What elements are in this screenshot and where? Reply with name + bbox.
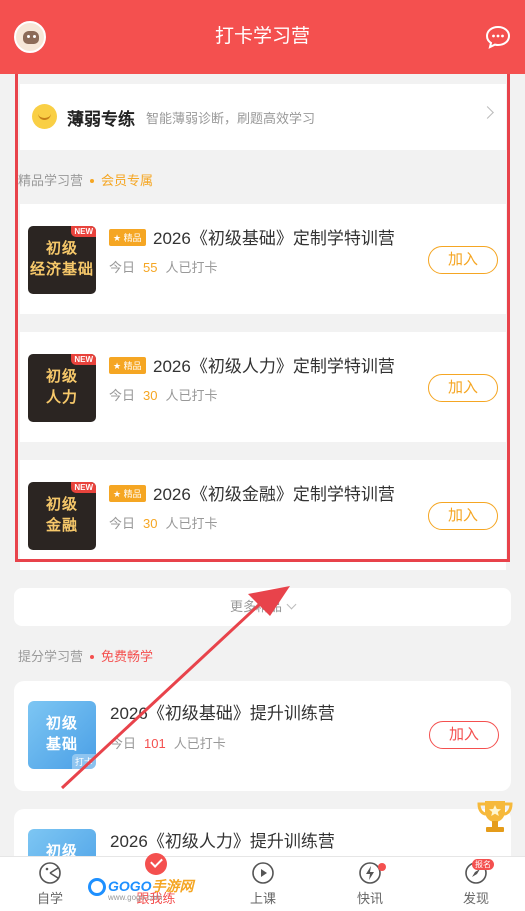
- dot-separator: [90, 654, 95, 659]
- improve-camp-card[interactable]: 初级 2026《初级人力》提升训练营: [14, 809, 511, 856]
- tab-label: 自学: [36, 891, 63, 906]
- tab-discover[interactable]: 报名 发现: [436, 859, 516, 909]
- camp-thumbnail: NEW 初级 金融: [28, 482, 96, 550]
- chat-bubble-icon[interactable]: [485, 24, 511, 50]
- camp-checkin-count: 今日 30 人已打卡: [109, 388, 218, 403]
- premium-section-tag: 会员专属: [101, 173, 154, 188]
- join-button[interactable]: 加入: [428, 502, 498, 530]
- join-button[interactable]: 加入: [429, 721, 499, 749]
- premium-tag: ★ 精品: [109, 485, 146, 502]
- camp-title: 2026《初级金融》定制学特训营: [153, 485, 395, 504]
- camp-thumbnail: NEW 初级 人力: [28, 354, 96, 422]
- camp-title: 2026《初级基础》提升训练营: [110, 704, 335, 723]
- practice-check-icon: [145, 853, 167, 875]
- tab-label: 快讯: [356, 891, 383, 906]
- more-button[interactable]: 更多精品: [14, 588, 511, 626]
- new-badge: NEW: [71, 482, 96, 493]
- thumbnail-text: 初级 金融: [45, 496, 78, 534]
- bottom-tab-bar: 自学 跟我练 上课 快讯 报名 发现: [0, 853, 525, 911]
- self-study-icon: [39, 862, 61, 884]
- camp-checkin-count: 今日 30 人已打卡: [109, 516, 218, 531]
- camp-title: 2026《初级人力》提升训练营: [110, 832, 335, 851]
- tab-label: 上课: [249, 891, 276, 906]
- smile-icon: [32, 104, 57, 129]
- chevron-down-icon: [286, 599, 297, 610]
- thumbnail-text: 初级 经济基础: [29, 240, 94, 278]
- thumbnail-text: 初级: [45, 843, 78, 856]
- improve-section-tag: 免费畅学: [101, 649, 154, 664]
- page-title: 打卡学习营: [214, 26, 310, 47]
- tab-class[interactable]: 上课: [223, 861, 303, 909]
- improve-camp-card[interactable]: 初级 基础 打卡 2026《初级基础》提升训练营 今日 101 人已打卡 加入: [14, 681, 511, 791]
- main-content: 薄弱专练 智能薄弱诊断，刷题高效学习 精品学习营 会员专属 NEW 初级 经济基础 …: [0, 74, 525, 856]
- more-label: 更多精品: [229, 599, 282, 614]
- notification-dot: [378, 863, 386, 871]
- camp-checkin-count: 今日 55 人已打卡: [109, 260, 218, 275]
- camp-thumbnail: NEW 初级 经济基础: [28, 226, 96, 294]
- camp-title: 2026《初级人力》定制学特训营: [153, 357, 395, 376]
- watermark-url: www.gogo.com: [108, 893, 163, 902]
- chevron-right-icon: [481, 106, 494, 119]
- weak-training-title: 薄弱专练: [67, 110, 135, 129]
- camp-title: 2026《初级基础》定制学特训营: [153, 229, 395, 248]
- thumbnail-text: 初级 人力: [45, 368, 78, 406]
- trophy-icon[interactable]: [475, 796, 515, 836]
- camp-checkin-count: 今日 101 人已打卡: [110, 736, 226, 751]
- premium-section-label: 精品学习营: [18, 173, 84, 188]
- premium-section-header: 精品学习营 会员专属: [18, 170, 153, 189]
- premium-camp-card[interactable]: NEW 初级 人力 ★ 精品 2026《初级人力》定制学特训营 今日 30 人已打卡 …: [20, 332, 506, 442]
- improve-section-header: 提分学习营 免费畅学: [18, 646, 153, 665]
- tab-label: 发现: [462, 891, 489, 906]
- signup-badge: 报名: [472, 859, 494, 870]
- improve-section-label: 提分学习营: [18, 649, 84, 664]
- premium-camp-card[interactable]: NEW 初级 金融 ★ 精品 2026《初级金融》定制学特训营 今日 30 人已打卡 …: [20, 460, 506, 570]
- premium-tag: ★ 精品: [109, 229, 146, 246]
- weak-training-subtitle: 智能薄弱诊断，刷题高效学习: [146, 111, 316, 126]
- dot-separator: [90, 178, 95, 183]
- join-button[interactable]: 加入: [428, 374, 498, 402]
- weak-training-card[interactable]: 薄弱专练 智能薄弱诊断，刷题高效学习: [20, 84, 506, 150]
- play-circle-icon: [252, 862, 274, 884]
- premium-camp-card[interactable]: NEW 初级 经济基础 ★ 精品 2026《初级基础》定制学特训营 今日 55 人已打…: [20, 204, 506, 314]
- watermark-circle-icon: [88, 878, 106, 897]
- thumbnail-tag: 打卡: [71, 754, 96, 769]
- camp-thumbnail: 初级: [28, 829, 96, 856]
- camp-thumbnail: 初级 基础 打卡: [28, 701, 96, 769]
- thumbnail-text: 初级 基础: [45, 715, 78, 753]
- new-badge: NEW: [71, 354, 96, 365]
- premium-tag: ★ 精品: [109, 357, 146, 374]
- join-button[interactable]: 加入: [428, 246, 498, 274]
- tab-self-study[interactable]: 自学: [10, 861, 90, 909]
- top-bar: 打卡学习营: [0, 0, 525, 74]
- new-badge: NEW: [71, 226, 96, 237]
- tab-news[interactable]: 快讯: [330, 861, 410, 909]
